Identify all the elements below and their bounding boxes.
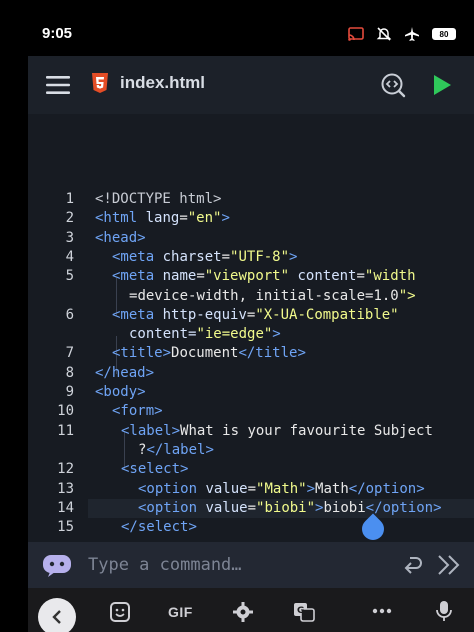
run-icon[interactable] [432,74,452,96]
mute-icon [376,27,392,41]
status-icons: 80 [348,26,456,42]
code-text: <meta charset="UTF-8"> [112,248,298,265]
code-editor-app: index.html 1 <!DOCTYPE html> 2 <html lang=… [28,56,474,632]
translate-icon[interactable]: G [293,602,315,622]
line-number: 14 [57,499,74,516]
sticker-icon[interactable] [110,602,130,622]
code-line[interactable]: 12 <select> [28,460,474,479]
line-number: 10 [57,403,74,420]
settings-icon[interactable] [233,602,253,622]
code-text: <head> [95,229,146,246]
code-line[interactable]: 13 <option value="Math">Math</option> [28,480,474,499]
toolbar: index.html [28,56,474,114]
menu-icon[interactable] [46,73,72,97]
code-line[interactable]: 3 <head> [28,229,474,248]
airplane-icon [405,27,419,41]
microphone-icon[interactable] [436,600,452,622]
line-number: 2 [65,210,74,227]
code-text: <title>Document</title> [112,345,306,362]
status-time: 9:05 [42,25,73,42]
code-line[interactable]: 2 <html lang="en"> [28,209,474,228]
code-text: <html lang="en"> [95,210,230,227]
command-bar [28,542,474,588]
code-text: <body> [95,384,146,400]
line-number: 8 [65,364,74,381]
code-line-wrap[interactable]: ?</label> [28,441,474,460]
line-number: 5 [65,268,74,285]
line-number: 12 [57,461,74,478]
code-line[interactable]: 4 <meta charset="UTF-8"> [28,248,474,267]
code-text: <meta http-equiv="X-UA-Compatible" [112,306,399,323]
code-text: ?</label> [138,441,214,458]
code-line[interactable]: 8 </head> [28,364,474,383]
line-number: 4 [65,248,74,265]
command-input[interactable] [88,555,378,575]
code-text: content="ie=edge"> [129,326,281,343]
code-line[interactable]: 11 <label>What is your favourite Subject [28,422,474,441]
code-line[interactable]: 9 <body> [28,383,474,402]
cast-icon [348,27,364,41]
undo-icon[interactable] [400,554,424,576]
line-number: 3 [65,229,74,246]
preview-icon[interactable] [380,72,406,98]
code-text: <select> [121,461,189,478]
code-text: <form> [112,403,163,420]
code-line-wrap[interactable]: =device-width, initial-scale=1.0"> [28,287,474,306]
fast-forward-icon[interactable] [436,553,462,577]
back-button[interactable] [38,598,76,632]
battery-icon: 80 [432,28,456,40]
code-line[interactable]: 5 <meta name="viewport" content="width [28,267,474,286]
gif-button[interactable]: GIF [168,604,193,620]
file-name[interactable]: index.html [120,73,205,93]
code-text: <!DOCTYPE html> [95,191,222,207]
line-number: 11 [57,422,74,439]
code-line[interactable]: 6 <meta http-equiv="X-UA-Compatible" [28,306,474,325]
code-line[interactable]: 10 <form> [28,402,474,421]
line-number: 9 [65,384,74,400]
back-chevron-icon [52,610,61,624]
code-text: <option value="Math">Math</option> [138,480,425,497]
code-text: <option value="biobi">biobi</option> [138,499,442,516]
line-number: 15 [57,519,74,536]
code-line[interactable]: 1 <!DOCTYPE html> [28,190,474,209]
code-line[interactable]: 15 </select> [28,518,474,537]
assistant-bot-icon[interactable] [42,553,72,577]
more-icon[interactable] [372,608,392,614]
code-text: <label>What is your favourite Subject [121,422,433,439]
code-text: =device-width, initial-scale=1.0"> [129,287,416,304]
line-number: 6 [65,306,74,323]
code-text: </head> [95,364,155,381]
status-bar: 9:05 80 [0,0,474,56]
code-line-active[interactable]: 14 <option value="biobi">biobi</option> [57,498,474,519]
code-text: </select> [121,519,197,536]
html5-file-icon [92,73,108,93]
code-line[interactable]: 7 <title>Document</title> [28,344,474,363]
line-number: 13 [57,480,74,497]
line-number: 1 [65,191,74,207]
code-text: <meta name="viewport" content="width [112,268,416,285]
keyboard-toolbar: GIF G [28,588,474,632]
code-editor[interactable]: 1 <!DOCTYPE html> 2 <html lang="en"> 3 <hea… [28,114,474,542]
code-line-wrap[interactable]: content="ie=edge"> [28,325,474,344]
svg-text:G: G [297,606,304,616]
line-number: 7 [65,345,74,362]
